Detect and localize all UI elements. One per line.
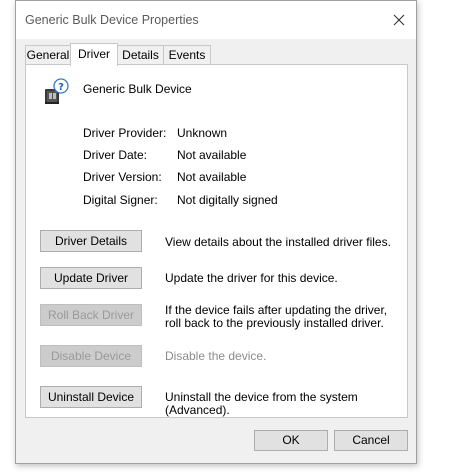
disable-device-button[interactable]: Disable Device (40, 345, 142, 367)
driver-version-label: Driver Version: (83, 170, 162, 184)
driver-date-label: Driver Date: (83, 148, 148, 162)
digital-signer-label: Digital Signer: (83, 193, 158, 207)
uninstall-device-button[interactable]: Uninstall Device (40, 386, 142, 408)
tab-driver[interactable]: Driver (70, 43, 118, 66)
driver-provider-value: Unknown (177, 126, 228, 140)
device-name: Generic Bulk Device (83, 82, 192, 96)
roll-back-driver-description: If the device fails after updating the d… (165, 303, 388, 330)
uninstall-device-description: Uninstall the device from the system (Ad… (165, 390, 358, 417)
tab-details[interactable]: Details (117, 45, 164, 65)
usb-device-help-icon: ? (43, 78, 69, 109)
window-title: Generic Bulk Device Properties (25, 13, 199, 27)
close-button[interactable] (388, 9, 410, 31)
close-icon (393, 14, 405, 26)
roll-back-driver-button[interactable]: Roll Back Driver (40, 304, 142, 326)
driver-version-value: Not available (177, 170, 247, 184)
update-driver-button[interactable]: Update Driver (40, 267, 142, 289)
update-driver-description: Update the driver for this device. (165, 271, 338, 285)
driver-provider-label: Driver Provider: (83, 126, 167, 140)
title-bar: Generic Bulk Device Properties (16, 1, 416, 39)
driver-details-description: View details about the installed driver … (165, 235, 391, 249)
cancel-button[interactable]: Cancel (334, 430, 408, 451)
digital-signer-value: Not digitally signed (177, 193, 278, 207)
driver-details-button[interactable]: Driver Details (40, 230, 142, 252)
svg-text:?: ? (58, 82, 64, 93)
tab-events[interactable]: Events (163, 45, 211, 65)
properties-dialog: Generic Bulk Device Properties General D… (15, 0, 417, 464)
disable-device-description: Disable the device. (165, 349, 267, 363)
driver-tab-panel: ? Generic Bulk Device Driver Provider: U… (25, 64, 408, 418)
ok-button[interactable]: OK (254, 430, 328, 451)
driver-date-value: Not available (177, 148, 247, 162)
tab-general[interactable]: General (25, 45, 71, 65)
